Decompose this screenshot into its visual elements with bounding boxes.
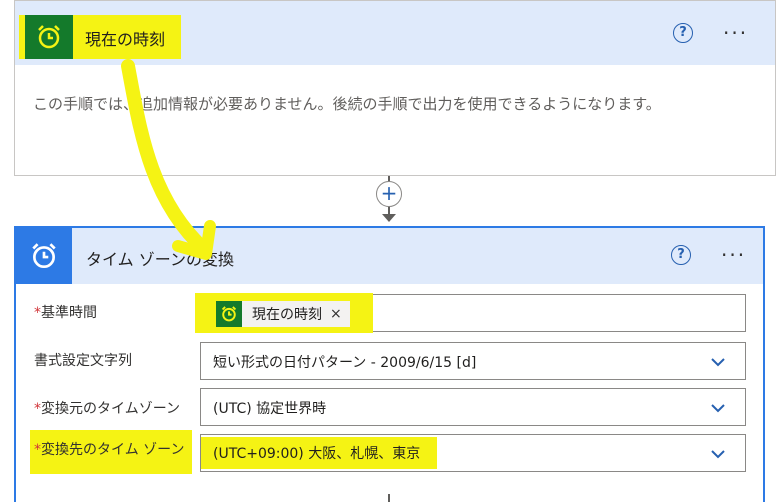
required-marker: * — [34, 442, 41, 458]
current-time-card: 現在の時刻 ? ··· この手順では、追加情報が必要ありません。後続の手順で出力… — [14, 0, 776, 176]
more-icon[interactable]: ··· — [723, 23, 748, 43]
close-icon[interactable]: × — [330, 306, 350, 322]
card-title: タイム ゾーンの変換 — [86, 250, 234, 269]
label-text: 変換先のタイム ゾーン — [41, 442, 185, 458]
target-timezone-dropdown[interactable]: (UTC+09:00) 大阪、札幌、東京 — [200, 434, 746, 472]
help-icon[interactable]: ? — [671, 245, 691, 265]
field-label-target-timezone: *変換先のタイム ゾーン — [34, 440, 194, 460]
current-time-icon-box — [25, 15, 73, 59]
current-time-header[interactable]: 現在の時刻 ? ··· — [15, 1, 775, 65]
alarm-clock-icon — [32, 243, 56, 269]
dropdown-value: 短い形式の日付パターン - 2009/6/15 [d] — [213, 355, 477, 371]
required-marker: * — [34, 401, 41, 417]
label-text: 変換元のタイムゾーン — [41, 401, 181, 417]
source-timezone-dropdown[interactable]: (UTC) 協定世界時 — [200, 388, 746, 426]
card-title: 現在の時刻 — [85, 30, 166, 49]
field-label-format-string: 書式設定文字列 — [34, 350, 132, 370]
plus-icon[interactable]: + — [376, 181, 402, 207]
format-string-dropdown[interactable]: 短い形式の日付パターン - 2009/6/15 [d] — [200, 342, 746, 380]
token-icon-box — [216, 301, 242, 327]
chevron-down-icon[interactable] — [711, 401, 725, 415]
field-label-source-timezone: *変換元のタイムゾーン — [34, 398, 180, 418]
base-time-field[interactable]: 現在の時刻 × — [195, 293, 746, 333]
convert-timezone-header[interactable]: タイム ゾーンの変換 ? ··· — [16, 228, 763, 284]
more-icon[interactable]: ··· — [721, 245, 746, 265]
label-text: 書式設定文字列 — [34, 353, 132, 369]
label-text: 基準時間 — [41, 305, 97, 321]
help-icon[interactable]: ? — [673, 23, 693, 43]
card-description: この手順では、追加情報が必要ありません。後続の手順で出力を使用できるようになりま… — [33, 95, 661, 113]
bottom-connector — [388, 494, 390, 502]
convert-timezone-card: タイム ゾーンの変換 ? ··· *基準時間 現在の時刻 × 書式設定文字列 短… — [14, 226, 765, 502]
dropdown-value: (UTC) 協定世界時 — [213, 401, 327, 417]
convert-timezone-icon-box — [16, 228, 72, 284]
dropdown-value: (UTC+09:00) 大阪、札幌、東京 — [213, 446, 421, 462]
token-label: 現在の時刻 — [252, 307, 322, 323]
alarm-clock-icon — [38, 25, 60, 49]
chevron-down-icon[interactable] — [711, 355, 725, 369]
chevron-down-icon[interactable] — [711, 447, 725, 461]
dynamic-content-token[interactable]: 現在の時刻 × — [216, 301, 350, 327]
field-label-base-time: *基準時間 — [34, 302, 97, 322]
required-marker: * — [34, 305, 41, 321]
alarm-clock-icon — [221, 306, 237, 322]
connector-arrow — [382, 214, 396, 222]
